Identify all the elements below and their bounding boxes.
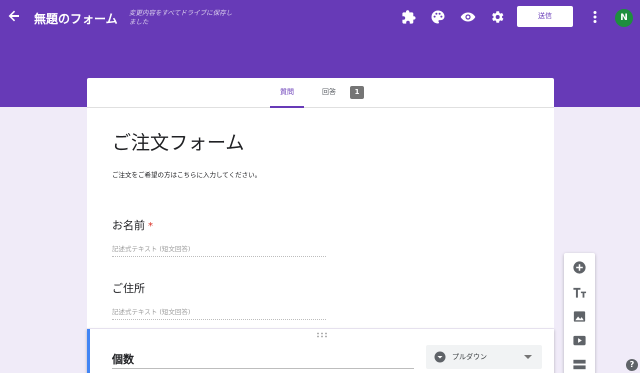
form-body-card: ご注文フォーム ご注文をご希望の方はこちらに入力してください。 お名前 * 記述式…	[87, 108, 554, 328]
puzzle-icon[interactable]	[401, 9, 417, 25]
palette-icon[interactable]	[430, 9, 446, 25]
short-answer-placeholder: 記述式テキスト (短文回答)	[112, 242, 326, 257]
section-icon[interactable]	[572, 357, 587, 372]
account-avatar[interactable]: N	[615, 9, 633, 27]
top-app-bar: 無題のフォーム 変更内容をすべてドライブに保存しました 送信 N	[0, 0, 640, 36]
tab-questions[interactable]: 質問	[270, 78, 304, 108]
short-answer-placeholder: 記述式テキスト (短文回答)	[112, 305, 326, 320]
chevron-down-icon	[524, 355, 532, 359]
send-button[interactable]: 送信	[517, 6, 573, 27]
question-type-label: プルダウン	[452, 353, 487, 361]
video-icon[interactable]	[572, 333, 587, 348]
question-title-name[interactable]: お名前 *	[112, 217, 153, 233]
active-question-card[interactable]: 個数 プルダウン	[87, 329, 554, 373]
gear-icon[interactable]	[489, 9, 505, 25]
response-count-badge: 1	[350, 86, 364, 99]
drag-handle-icon[interactable]	[316, 332, 328, 338]
question-type-dropdown[interactable]: プルダウン	[426, 345, 542, 369]
form-title[interactable]: ご注文フォーム	[112, 128, 244, 155]
more-vert-icon[interactable]	[589, 9, 601, 25]
required-asterisk: *	[148, 221, 153, 232]
title-text-icon[interactable]	[572, 285, 587, 300]
form-description[interactable]: ご注文をご希望の方はこちらに入力してください。	[112, 169, 261, 179]
dropdown-type-icon	[434, 351, 446, 363]
question-title-address[interactable]: ご住所	[112, 280, 145, 296]
tab-bar: 質問 回答 1	[87, 78, 554, 108]
save-status-note: 変更内容をすべてドライブに保存しました	[129, 9, 233, 26]
help-button[interactable]: ?	[626, 359, 638, 371]
tab-responses[interactable]: 回答	[312, 78, 346, 108]
arrow-back-icon[interactable]	[6, 8, 22, 24]
form-doc-title[interactable]: 無題のフォーム	[34, 10, 118, 27]
add-question-icon[interactable]	[572, 260, 587, 275]
side-toolbar	[564, 253, 595, 373]
image-icon[interactable]	[572, 309, 587, 324]
question-title-text: お名前	[112, 219, 145, 232]
eye-icon[interactable]	[460, 9, 476, 25]
question-title-input[interactable]: 個数	[112, 351, 414, 369]
